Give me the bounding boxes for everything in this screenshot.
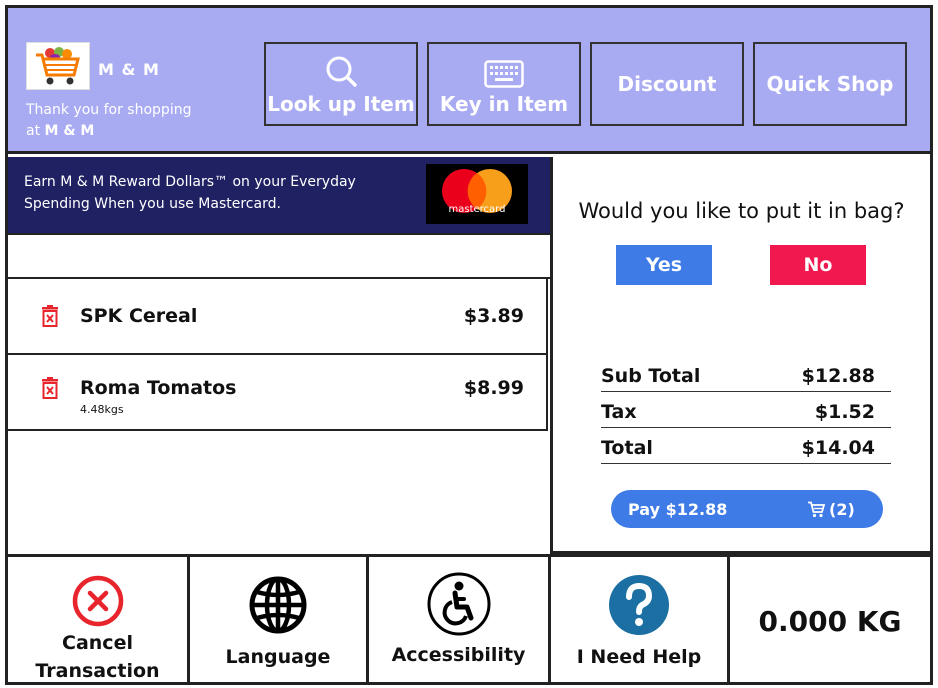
list-item[interactable]: SPK Cereal $3.89 <box>8 279 548 355</box>
delete-icon[interactable] <box>41 377 59 399</box>
cart-count: (2) <box>807 500 855 519</box>
header-bar: M & M Thank you for shopping at M & M Lo… <box>8 8 930 154</box>
accessibility-icon <box>427 572 490 636</box>
total-value: $14.04 <box>801 437 875 459</box>
quick-shop-button[interactable]: Quick Shop <box>753 42 907 126</box>
language-label: Language <box>225 646 331 668</box>
bag-yes-button[interactable]: Yes <box>616 245 712 285</box>
item-name: SPK Cereal <box>80 305 198 327</box>
tax-row: Tax $1.52 <box>601 392 891 428</box>
mastercard-promo-banner[interactable]: Earn M & M Reward Dollars™ on your Every… <box>8 157 550 233</box>
help-label: I Need Help <box>576 646 702 668</box>
shopping-cart-logo-icon <box>36 47 80 85</box>
store-name: M & M <box>98 60 160 79</box>
mastercard-wordmark: mastercard <box>448 204 506 215</box>
item-price: $8.99 <box>463 377 524 399</box>
bag-no-button[interactable]: No <box>770 245 866 285</box>
subtotal-label: Sub Total <box>601 365 701 387</box>
look-up-item-label: Look up Item <box>267 92 415 116</box>
cancel-transaction-button[interactable]: Cancel Transaction <box>8 557 190 685</box>
pay-label: Pay $12.88 <box>628 500 728 519</box>
list-item[interactable]: Roma Tomatos 4.48kgs $8.99 <box>8 355 548 431</box>
item-price: $3.89 <box>463 305 524 327</box>
quick-shop-label: Quick Shop <box>766 72 894 96</box>
bag-question: Would you like to put it in bag? <box>578 199 905 223</box>
key-in-item-button[interactable]: Key in Item <box>427 42 581 126</box>
discount-button[interactable]: Discount <box>590 42 744 126</box>
total-label: Total <box>601 437 653 459</box>
keyboard-icon <box>484 60 524 88</box>
item-weight: 4.48kgs <box>80 403 124 416</box>
pay-button[interactable]: Pay $12.88 (2) <box>611 490 883 528</box>
globe-icon <box>249 576 307 634</box>
language-button[interactable]: Language <box>190 557 369 685</box>
thank-you-message: Thank you for shopping at M & M <box>26 102 192 139</box>
look-up-item-button[interactable]: Look up Item <box>264 42 418 126</box>
help-icon <box>609 575 669 635</box>
tax-value: $1.52 <box>814 401 875 423</box>
search-icon <box>326 56 357 87</box>
store-logo <box>26 42 90 90</box>
kiosk-screen: M & M Thank you for shopping at M & M Lo… <box>5 5 933 685</box>
total-row: Total $14.04 <box>601 428 891 464</box>
cart-icon <box>808 501 825 518</box>
key-in-item-label: Key in Item <box>439 92 569 116</box>
mastercard-logo: mastercard <box>426 164 528 224</box>
item-list-header <box>8 233 550 279</box>
cancel-icon <box>72 575 123 627</box>
subtotal-value: $12.88 <box>801 365 875 387</box>
help-button[interactable]: I Need Help <box>551 557 730 685</box>
bottom-toolbar: Cancel Transaction Language Accessibilit… <box>8 554 930 685</box>
cancel-transaction-label: Cancel Transaction <box>35 632 160 682</box>
cart-count-label: (2) <box>829 500 855 519</box>
checkout-panel: Would you like to put it in bag? Yes No … <box>550 157 930 554</box>
item-name: Roma Tomatos <box>80 377 237 399</box>
scale-weight-display: 0.000 KG <box>758 604 902 638</box>
accessibility-button[interactable]: Accessibility <box>369 557 551 685</box>
discount-label: Discount <box>617 72 717 96</box>
subtotal-row: Sub Total $12.88 <box>601 356 891 392</box>
tax-label: Tax <box>601 401 637 423</box>
delete-icon[interactable] <box>41 305 59 327</box>
accessibility-label: Accessibility <box>391 644 526 666</box>
